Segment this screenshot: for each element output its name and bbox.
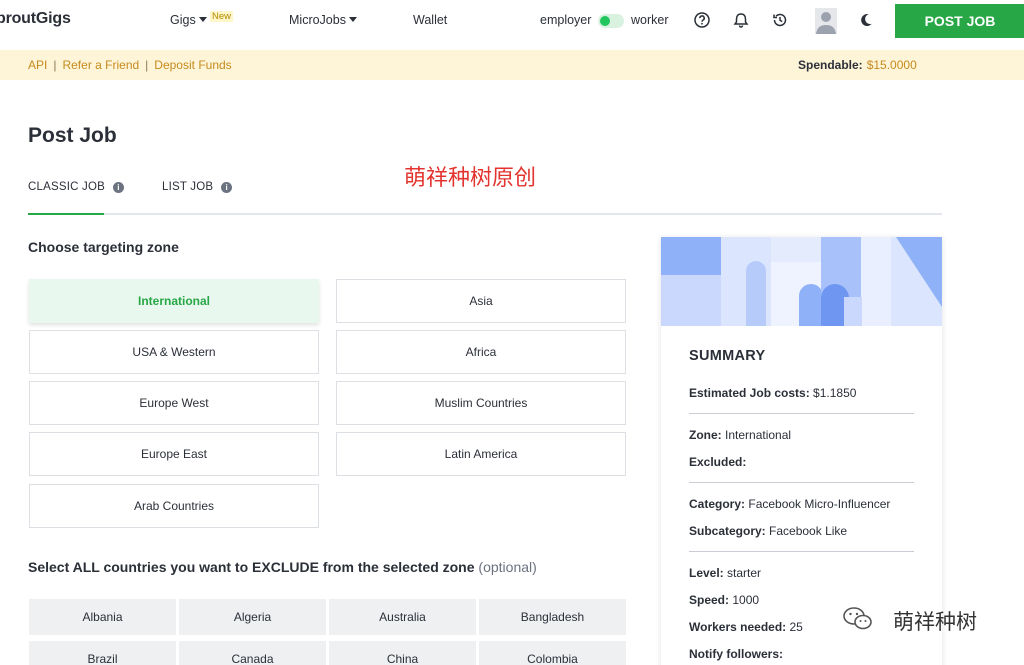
speed-label: Speed: [689, 593, 730, 607]
wechat-icon [843, 607, 872, 630]
workers-label: Workers needed: [689, 620, 787, 634]
divider [689, 413, 914, 414]
chevron-down-icon [348, 17, 357, 22]
zone-label: Zone: [689, 428, 722, 442]
summary-level: Level: starter [689, 566, 761, 580]
api-link[interactable]: API [28, 58, 47, 72]
tab-classic-job-label: CLASSIC JOB [28, 181, 105, 193]
summary-subcategory: Subcategory: Facebook Like [689, 524, 847, 538]
nav-wallet[interactable]: Wallet [413, 13, 447, 27]
category-label: Category: [689, 497, 746, 511]
summary-title: SUMMARY [689, 348, 766, 364]
summary-notify: Notify followers: [689, 647, 783, 661]
help-icon[interactable] [693, 11, 711, 29]
page-title: Post Job [28, 124, 117, 147]
zone-asia[interactable]: Asia [336, 279, 626, 323]
summary-workers: Workers needed: 25 [689, 620, 803, 634]
summary-card: SUMMARY Estimated Job costs: $1.1850 Zon… [661, 237, 942, 665]
spendable-label: Spendable: [798, 58, 863, 72]
country-canada[interactable]: Canada [179, 641, 326, 665]
bell-icon[interactable] [732, 11, 750, 29]
country-albania[interactable]: Albania [29, 599, 176, 635]
post-job-button[interactable]: POST JOB [895, 4, 1024, 38]
exclude-optional: (optional) [478, 559, 537, 575]
sub-bar: API | Refer a Friend | Deposit Funds Spendab… [0, 50, 1024, 80]
summary-speed: Speed: 1000 [689, 593, 759, 607]
subcategory-label: Subcategory: [689, 524, 766, 538]
deposit-funds-link[interactable]: Deposit Funds [154, 58, 231, 72]
tab-list-job-label: LIST JOB [162, 181, 214, 193]
history-icon[interactable] [771, 11, 789, 29]
exclude-heading-text: Select ALL countries you want to EXCLUDE… [28, 559, 475, 575]
chevron-down-icon [198, 17, 207, 22]
notify-label: Notify followers: [689, 647, 784, 661]
summary-excluded: Excluded: [689, 455, 746, 469]
nav-microjobs-label: MicroJobs [289, 13, 346, 27]
tab-list-job[interactable]: LIST JOB i [162, 181, 233, 193]
summary-cost: Estimated Job costs: $1.1850 [689, 386, 856, 400]
speed-value: 1000 [732, 593, 760, 607]
moon-icon[interactable] [857, 11, 875, 29]
tab-classic-job[interactable]: CLASSIC JOB i [28, 181, 124, 193]
employer-label: employer [540, 13, 592, 27]
separator: | [53, 58, 57, 72]
zone-africa[interactable]: Africa [336, 330, 626, 374]
employer-worker-toggle[interactable] [598, 14, 624, 28]
divider [689, 551, 914, 552]
country-bangladesh[interactable]: Bangladesh [479, 599, 626, 635]
toggle-knob [600, 16, 610, 26]
separator: | [145, 58, 149, 72]
sub-links: API | Refer a Friend | Deposit Funds [28, 58, 232, 72]
nav-gigs[interactable]: Gigs [170, 13, 207, 27]
nav-gigs-label: Gigs [170, 13, 196, 27]
refer-friend-link[interactable]: Refer a Friend [62, 58, 139, 72]
active-tab-indicator [28, 213, 104, 215]
spendable: Spendable: $15.0000 [798, 58, 917, 72]
country-brazil[interactable]: Brazil [29, 641, 176, 665]
watermark-text: 萌祥种树原创 [404, 166, 537, 191]
tab-divider [28, 213, 942, 215]
spendable-value: $15.0000 [866, 58, 917, 72]
subcategory-value: Facebook Like [769, 524, 848, 538]
summary-illustration [661, 237, 942, 326]
country-colombia[interactable]: Colombia [479, 641, 626, 665]
level-label: Level: [689, 566, 724, 580]
country-algeria[interactable]: Algeria [179, 599, 326, 635]
zone-latin-america[interactable]: Latin America [336, 432, 626, 476]
workers-value: 25 [789, 620, 803, 634]
info-icon[interactable]: i [221, 182, 233, 193]
exclude-heading: Select ALL countries you want to EXCLUDE… [28, 559, 537, 575]
logo[interactable]: proutGigs [0, 10, 71, 28]
divider [689, 482, 914, 483]
info-icon[interactable]: i [112, 182, 124, 193]
zone-usa-western[interactable]: USA & Western [29, 330, 319, 374]
zone-arab-countries[interactable]: Arab Countries [29, 484, 319, 528]
summary-category: Category: Facebook Micro-Influencer [689, 497, 890, 511]
worker-label: worker [631, 13, 669, 27]
cost-label: Estimated Job costs: [689, 386, 810, 400]
nav-microjobs[interactable]: MicroJobs [289, 13, 357, 27]
summary-zone: Zone: International [689, 428, 791, 442]
zone-value: International [725, 428, 792, 442]
avatar-icon[interactable] [815, 8, 837, 34]
zone-europe-west[interactable]: Europe West [29, 381, 319, 425]
zone-heading: Choose targeting zone [28, 239, 179, 255]
new-badge: New [210, 11, 234, 22]
country-china[interactable]: China [329, 641, 476, 665]
category-value: Facebook Micro-Influencer [748, 497, 891, 511]
excluded-label: Excluded: [689, 455, 747, 469]
level-value: starter [727, 566, 762, 580]
zone-europe-east[interactable]: Europe East [29, 432, 319, 476]
cost-value: $1.1850 [813, 386, 857, 400]
zone-international[interactable]: International [29, 279, 319, 323]
zone-muslim-countries[interactable]: Muslim Countries [336, 381, 626, 425]
top-navbar: proutGigs Gigs New MicroJobs Wallet empl… [0, 0, 1024, 42]
country-australia[interactable]: Australia [329, 599, 476, 635]
wechat-watermark-text: 萌祥种树 [893, 610, 977, 634]
